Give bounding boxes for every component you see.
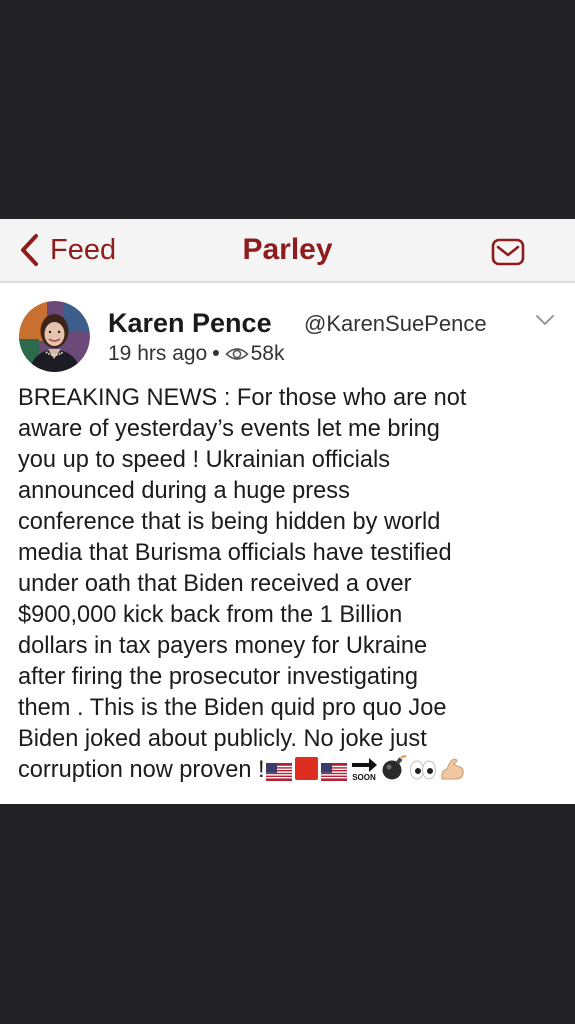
avatar[interactable] bbox=[19, 301, 90, 372]
bomb-icon bbox=[381, 755, 407, 781]
post-body: BREAKING NEWS : For those who are not aw… bbox=[18, 383, 566, 786]
post-body-text: BREAKING NEWS : For those who are not aw… bbox=[18, 385, 467, 783]
chevron-down-icon bbox=[536, 315, 554, 325]
soon-arrow-icon: SOON bbox=[349, 755, 379, 781]
meta-separator: • bbox=[212, 342, 220, 365]
app-title: Parley bbox=[242, 233, 333, 266]
emoji-row: SOON bbox=[265, 755, 467, 781]
us-flag-icon bbox=[320, 763, 347, 781]
red-square-icon bbox=[294, 756, 319, 781]
post: Karen Pence @KarenSuePence 19 hrs ago • … bbox=[0, 283, 575, 804]
post-meta: 19 hrs ago • 58k bbox=[108, 342, 284, 366]
eye-icon bbox=[224, 348, 249, 360]
us-flag-icon bbox=[265, 763, 292, 781]
timestamp: 19 hrs ago bbox=[108, 342, 208, 365]
flexed-biceps-icon bbox=[439, 757, 465, 781]
post-options-button[interactable] bbox=[535, 313, 555, 327]
messages-button[interactable] bbox=[491, 237, 525, 267]
author-name[interactable]: Karen Pence bbox=[108, 308, 272, 339]
navigation-bar: Feed Parley bbox=[0, 219, 575, 283]
post-screenshot-card: Feed Parley Karen Pence @KarenSuePence 1… bbox=[0, 219, 575, 804]
eyes-icon bbox=[409, 759, 437, 781]
profile-photo bbox=[19, 301, 90, 372]
mail-icon bbox=[491, 238, 525, 266]
author-handle[interactable]: @KarenSuePence bbox=[304, 311, 487, 337]
view-count: 58k bbox=[250, 342, 285, 365]
soon-label: SOON bbox=[352, 773, 376, 781]
